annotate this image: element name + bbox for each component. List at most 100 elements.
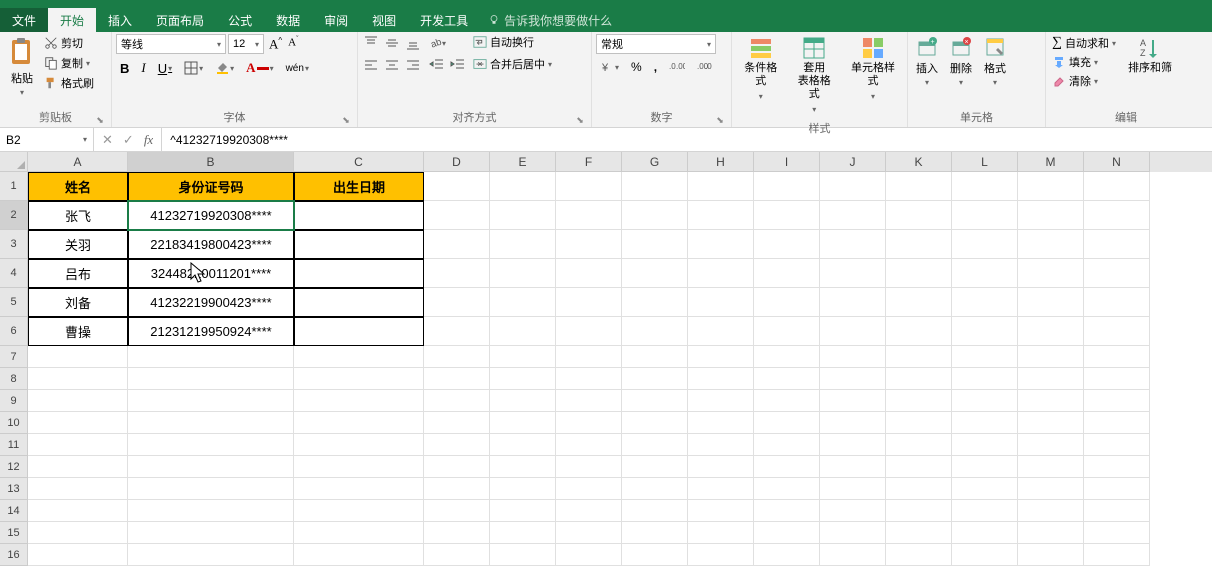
cell[interactable] <box>754 230 820 259</box>
cell[interactable] <box>28 368 128 390</box>
cell[interactable] <box>688 172 754 201</box>
cell[interactable] <box>424 288 490 317</box>
cell[interactable] <box>294 368 424 390</box>
cell[interactable] <box>1084 172 1150 201</box>
cell[interactable] <box>424 230 490 259</box>
cell[interactable] <box>622 259 688 288</box>
cell[interactable] <box>1018 478 1084 500</box>
cell[interactable] <box>820 434 886 456</box>
col-header-K[interactable]: K <box>886 152 952 172</box>
tell-me[interactable]: 告诉我你想要做什么 <box>488 8 612 32</box>
cell[interactable] <box>952 230 1018 259</box>
align-middle-button[interactable] <box>383 34 401 52</box>
cell[interactable] <box>424 412 490 434</box>
cell[interactable] <box>886 500 952 522</box>
cell[interactable] <box>1084 346 1150 368</box>
cell[interactable] <box>754 172 820 201</box>
cell[interactable]: 吕布 <box>28 259 128 288</box>
conditional-format-button[interactable]: 条件格式▾ <box>736 34 786 118</box>
cell[interactable] <box>754 522 820 544</box>
decrease-indent-button[interactable] <box>428 56 446 74</box>
cell[interactable] <box>754 500 820 522</box>
cell[interactable] <box>490 259 556 288</box>
cell[interactable] <box>424 259 490 288</box>
cell[interactable] <box>688 346 754 368</box>
cell[interactable] <box>820 412 886 434</box>
cell[interactable] <box>1018 522 1084 544</box>
cell[interactable] <box>952 478 1018 500</box>
cell[interactable] <box>1018 390 1084 412</box>
cell[interactable]: 22183419800423**** <box>128 230 294 259</box>
cell[interactable] <box>820 259 886 288</box>
cell[interactable] <box>1084 500 1150 522</box>
row-header[interactable]: 12 <box>0 456 28 478</box>
row-header[interactable]: 6 <box>0 317 28 346</box>
cut-button[interactable]: 剪切 <box>42 34 96 52</box>
cell[interactable] <box>556 456 622 478</box>
col-header-L[interactable]: L <box>952 152 1018 172</box>
cell[interactable] <box>490 390 556 412</box>
cell[interactable] <box>490 172 556 201</box>
cell[interactable] <box>1018 346 1084 368</box>
cell[interactable] <box>688 390 754 412</box>
cell[interactable] <box>952 500 1018 522</box>
cell[interactable] <box>1018 317 1084 346</box>
cell[interactable] <box>1084 544 1150 566</box>
row-header[interactable]: 2 <box>0 201 28 230</box>
cell[interactable] <box>424 456 490 478</box>
cell[interactable] <box>424 544 490 566</box>
cell[interactable] <box>820 346 886 368</box>
cell[interactable] <box>128 544 294 566</box>
cell[interactable] <box>490 368 556 390</box>
cell[interactable] <box>754 346 820 368</box>
tab-home[interactable]: 开始 <box>48 8 96 32</box>
cell[interactable] <box>1084 390 1150 412</box>
cell[interactable] <box>294 456 424 478</box>
cell[interactable]: 张飞 <box>28 201 128 230</box>
cell[interactable] <box>754 478 820 500</box>
font-name-select[interactable]: 等线▾ <box>116 34 226 54</box>
percent-button[interactable]: % <box>627 58 646 76</box>
cell[interactable] <box>952 390 1018 412</box>
border-button[interactable]: ▾ <box>180 59 207 77</box>
cell[interactable] <box>820 230 886 259</box>
cell[interactable] <box>754 288 820 317</box>
cell[interactable] <box>622 456 688 478</box>
cell[interactable] <box>424 500 490 522</box>
cell[interactable] <box>294 500 424 522</box>
cell[interactable] <box>886 390 952 412</box>
cell[interactable] <box>556 478 622 500</box>
cell[interactable] <box>952 456 1018 478</box>
select-all-corner[interactable] <box>0 152 28 172</box>
cell[interactable] <box>754 434 820 456</box>
cell[interactable] <box>28 434 128 456</box>
cell[interactable] <box>1084 368 1150 390</box>
row-header[interactable]: 7 <box>0 346 28 368</box>
cell[interactable] <box>688 500 754 522</box>
cell[interactable] <box>424 478 490 500</box>
cell[interactable] <box>490 434 556 456</box>
cell[interactable] <box>820 544 886 566</box>
col-header-C[interactable]: C <box>294 152 424 172</box>
cell[interactable] <box>294 390 424 412</box>
cell[interactable] <box>886 201 952 230</box>
format-painter-button[interactable]: 格式刷 <box>42 74 96 92</box>
row-header[interactable]: 16 <box>0 544 28 566</box>
cancel-formula-button[interactable]: ✕ <box>102 132 113 148</box>
cell[interactable] <box>622 230 688 259</box>
cell[interactable] <box>294 522 424 544</box>
align-left-button[interactable] <box>362 56 380 74</box>
col-header-J[interactable]: J <box>820 152 886 172</box>
cell[interactable] <box>128 522 294 544</box>
cell[interactable] <box>754 412 820 434</box>
cell[interactable] <box>1018 172 1084 201</box>
row-header[interactable]: 9 <box>0 390 28 412</box>
cell[interactable] <box>754 390 820 412</box>
cell[interactable] <box>128 478 294 500</box>
cell[interactable] <box>622 434 688 456</box>
phonetic-button[interactable]: wén▾ <box>282 61 313 76</box>
wrap-text-button[interactable]: 自动换行 <box>473 34 552 50</box>
increase-decimal-button[interactable]: .0.00 <box>665 58 689 76</box>
cell[interactable] <box>688 368 754 390</box>
cell[interactable] <box>28 456 128 478</box>
